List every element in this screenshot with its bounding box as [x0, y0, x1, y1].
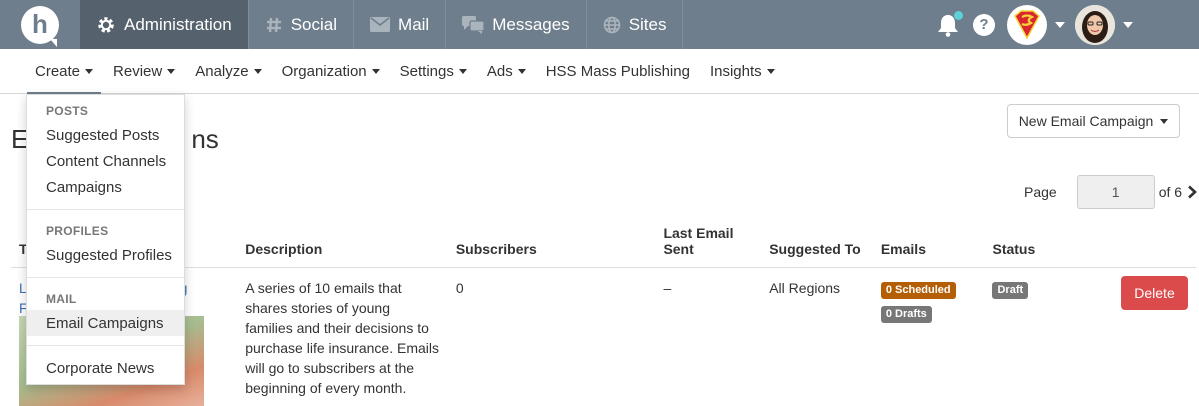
top-navbar: h Administration Social Mail Messages Si… [0, 0, 1199, 49]
column-header-status[interactable]: Status [984, 215, 1084, 268]
suggested-to-cell: All Regions [769, 279, 841, 296]
chevron-down-icon [1160, 118, 1169, 124]
delete-button[interactable]: Delete [1121, 275, 1188, 310]
tab-label: Sites [628, 14, 667, 34]
chevron-down-icon [85, 68, 94, 74]
column-header-description[interactable]: Description [237, 215, 448, 268]
help-icon[interactable]: ? [973, 13, 995, 36]
emails-cell: 0 Scheduled 0 Drafts [873, 267, 985, 398]
menu-item-corporate-news[interactable]: Corporate News [27, 355, 184, 381]
page-count: of 6 [1158, 184, 1183, 200]
user-avatar[interactable] [1075, 4, 1115, 45]
subscribers-cell: 0 [455, 279, 464, 296]
nav-hss-mass-publishing[interactable]: HSS Mass Publishing [536, 49, 700, 94]
nav-ads[interactable]: Ads [477, 49, 536, 94]
menu-divider [27, 345, 184, 346]
column-header-subscribers[interactable]: Subscribers [447, 215, 656, 268]
tab-label: Messages [492, 14, 570, 34]
chevron-down-icon[interactable] [1055, 21, 1065, 28]
menu-section-header-posts: POSTS [46, 104, 89, 118]
tab-administration[interactable]: Administration [80, 0, 249, 49]
menu-item-suggested-profiles[interactable]: Suggested Profiles [27, 242, 184, 268]
menu-item-campaigns[interactable]: Campaigns [27, 174, 184, 200]
chat-icon [462, 15, 485, 34]
tab-label: Administration [124, 14, 232, 34]
topbar-right: ? [937, 0, 1199, 49]
status-badge: Draft [992, 281, 1029, 299]
nav-analyze[interactable]: Analyze [185, 49, 271, 94]
chevron-down-icon [458, 68, 467, 74]
logo-bubble-icon: h [21, 5, 59, 47]
menu-section-header-mail: MAIL [46, 292, 77, 306]
column-header-actions [1084, 215, 1196, 268]
page-number-input[interactable] [1076, 175, 1155, 209]
menu-item-email-campaigns[interactable]: Email Campaigns [27, 310, 184, 336]
menu-divider [27, 277, 184, 278]
chevron-right-icon[interactable] [1187, 185, 1197, 199]
app-logo[interactable]: h [0, 0, 80, 49]
new-email-campaign-button[interactable]: New Email Campaign [1007, 104, 1180, 138]
chevron-down-icon [517, 68, 526, 74]
menu-item-suggested-posts[interactable]: Suggested Posts [27, 122, 184, 148]
nav-insights[interactable]: Insights [700, 49, 785, 94]
tab-label: Social [290, 14, 338, 34]
tab-messages[interactable]: Messages [446, 0, 587, 49]
table-header-row: T Description Subscribers Last Email Sen… [11, 215, 1196, 268]
tab-label: Mail [398, 14, 430, 34]
envelope-icon [370, 17, 391, 32]
nav-review[interactable]: Review [103, 49, 185, 94]
notification-bell-icon[interactable] [937, 10, 963, 37]
column-header-suggested-to[interactable]: Suggested To [761, 215, 873, 268]
chevron-down-icon [766, 68, 775, 74]
hashtag-icon [265, 16, 283, 34]
nav-settings[interactable]: Settings [390, 49, 477, 94]
globe-icon [603, 16, 621, 34]
chevron-down-icon [167, 68, 176, 74]
notification-dot [954, 10, 963, 20]
create-dropdown-menu: POSTS Suggested Posts Content Channels C… [26, 94, 185, 385]
column-header-emails[interactable]: Emails [872, 215, 985, 268]
nav-create[interactable]: Create [25, 49, 103, 95]
pagination: Page of 6 [1024, 175, 1197, 209]
column-header-last-email-sent[interactable]: Last Email Sent [655, 215, 762, 268]
last-email-sent-cell: – [663, 279, 672, 296]
chevron-down-icon[interactable] [1123, 21, 1133, 28]
chevron-down-icon [371, 68, 380, 74]
menu-item-content-channels[interactable]: Content Channels [27, 148, 184, 174]
actions-cell: Delete [1084, 267, 1196, 398]
nav-organization[interactable]: Organization [272, 49, 390, 94]
secondary-nav: Create Review Analyze Organization Setti… [0, 49, 1199, 95]
page-label: Page [1024, 184, 1057, 200]
brand-avatar[interactable] [1007, 4, 1047, 45]
gear-icon [96, 15, 116, 35]
scheduled-badge: 0 Scheduled [880, 281, 956, 299]
drafts-badge: 0 Drafts [880, 305, 932, 323]
tab-sites[interactable]: Sites [587, 0, 684, 49]
menu-section-header-profiles: PROFILES [46, 224, 109, 238]
status-cell: Draft [984, 267, 1084, 398]
description-cell: A series of 10 emails that shares storie… [245, 279, 439, 396]
tab-mail[interactable]: Mail [354, 0, 447, 49]
chevron-down-icon [253, 68, 262, 74]
tab-social[interactable]: Social [249, 0, 355, 49]
menu-divider [27, 209, 184, 210]
